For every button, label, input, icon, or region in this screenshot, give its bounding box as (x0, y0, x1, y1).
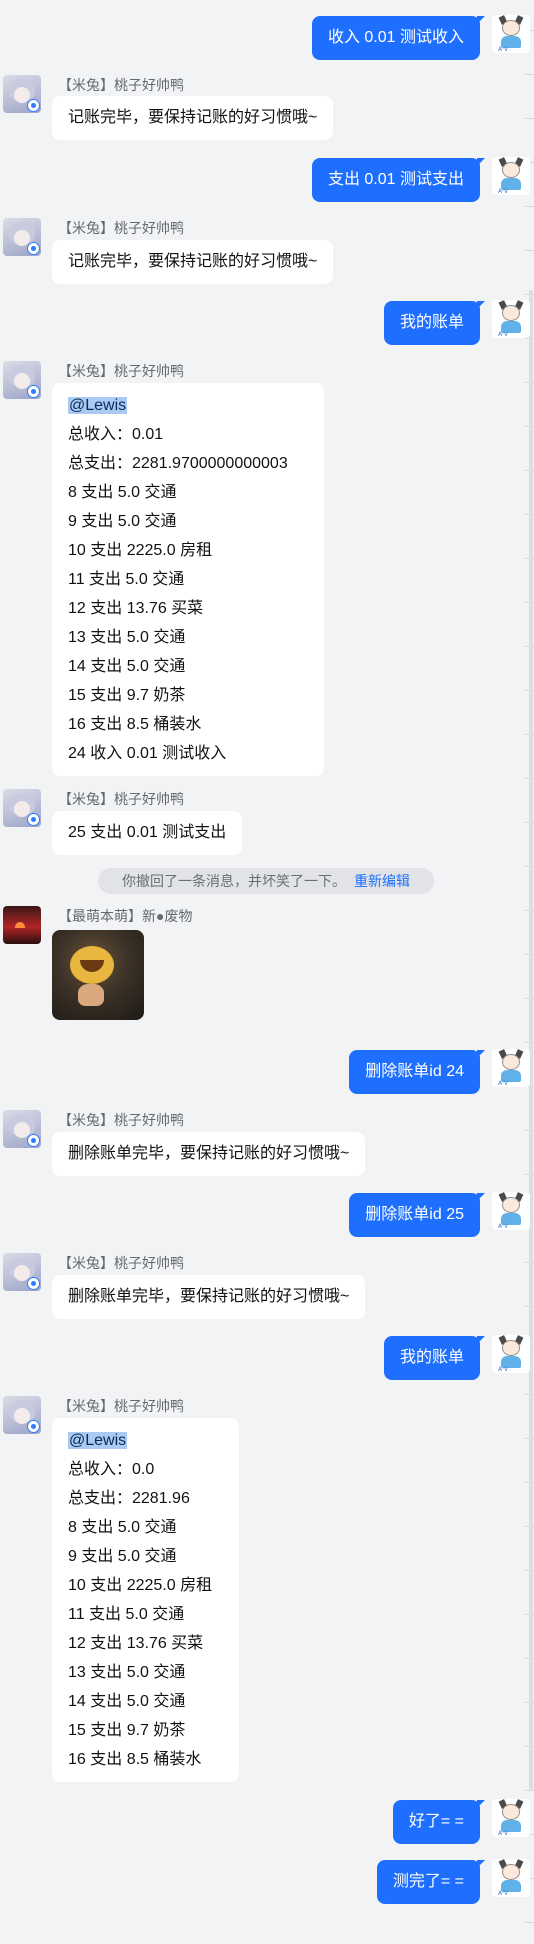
message-bubble-self[interactable]: 删除账单id 24 (349, 1050, 485, 1094)
self-avatar-icon[interactable]: A·V (492, 15, 530, 53)
bot-avatar-icon[interactable] (3, 75, 41, 113)
self-avatar-icon[interactable]: A·V (492, 157, 530, 195)
message-bubble-self[interactable]: 测完了= = (376, 1860, 486, 1904)
bill-line: 16 支出 8.5 桶装水 (68, 716, 202, 733)
sender-name: 【米兔】桃子好帅鸭 (58, 363, 184, 379)
sender-name: 【最萌本萌】新●废物 (58, 908, 193, 924)
self-avatar-icon[interactable]: A·V (492, 1049, 530, 1087)
bot-avatar-icon[interactable] (3, 1396, 41, 1434)
sender-name: 【米兔】桃子好帅鸭 (58, 1255, 184, 1271)
message-bubble-other[interactable]: 记账完毕，要保持记账的好习惯哦~ (52, 240, 334, 284)
message-bubble-self[interactable]: 收入 0.01 测试收入 (311, 16, 486, 60)
bill-line: 13 支出 5.0 交通 (68, 1664, 186, 1681)
message-bubble-other[interactable]: 记账完毕，要保持记账的好习惯哦~ (52, 96, 334, 140)
message-bubble-self[interactable]: 我的账单 (383, 301, 486, 345)
bill-line: 总支出：2281.96 (68, 1490, 190, 1507)
message-bubble-other[interactable]: 删除账单完毕，要保持记账的好习惯哦~ (52, 1275, 366, 1319)
re-edit-link[interactable]: 重新编辑 (354, 873, 410, 889)
bill-line: 10 支出 2225.0 房租 (68, 1577, 213, 1594)
bill-line: 15 支出 9.7 奶茶 (68, 1722, 186, 1739)
self-avatar-icon[interactable]: A·V (492, 1192, 530, 1230)
bill-summary-message[interactable]: @Lewis 总收入：0.0 总支出：2281.96 8 支出 5.0 交通 9… (52, 1418, 239, 1782)
message-bubble-self[interactable]: 我的账单 (383, 1336, 486, 1380)
bill-line: 12 支出 13.76 买菜 (68, 1635, 204, 1652)
sender-name: 【米兔】桃子好帅鸭 (58, 1398, 184, 1414)
sender-name: 【米兔】桃子好帅鸭 (58, 791, 184, 807)
bill-line: 14 支出 5.0 交通 (68, 658, 186, 675)
bill-line: 24 收入 0.01 测试收入 (68, 745, 227, 762)
sender-name: 【米兔】桃子好帅鸭 (58, 77, 184, 93)
self-avatar-icon[interactable]: A·V (492, 1335, 530, 1373)
message-bubble-other[interactable]: 25 支出 0.01 测试支出 (52, 811, 243, 855)
bill-line: 15 支出 9.7 奶茶 (68, 687, 186, 704)
bot-avatar-icon[interactable] (3, 361, 41, 399)
bill-line: 总收入：0.0 (68, 1461, 155, 1478)
message-bubble-self[interactable]: 好了= = (392, 1800, 486, 1844)
bill-line: 总支出：2281.9700000000003 (68, 455, 288, 472)
self-avatar-icon[interactable]: A·V (492, 300, 530, 338)
recall-notice-text: 你撤回了一条消息，并坏笑了一下。 (122, 873, 346, 889)
mention-line: @Lewis (68, 391, 308, 420)
sender-name: 【米兔】桃子好帅鸭 (58, 220, 184, 236)
bill-line: 14 支出 5.0 交通 (68, 1693, 186, 1710)
message-bubble-other[interactable]: 删除账单完毕，要保持记账的好习惯哦~ (52, 1132, 366, 1176)
bill-line: 11 支出 5.0 交通 (68, 571, 185, 588)
mention-line: @Lewis (68, 1426, 223, 1455)
recall-notice: 你撤回了一条消息，并坏笑了一下。 重新编辑 (98, 868, 434, 894)
message-bubble-self[interactable]: 支出 0.01 测试支出 (311, 158, 486, 202)
bill-summary-message[interactable]: @Lewis 总收入：0.01 总支出：2281.9700000000003 8… (52, 383, 324, 776)
bill-line: 16 支出 8.5 桶装水 (68, 1751, 202, 1768)
bill-line: 8 支出 5.0 交通 (68, 484, 177, 501)
bill-line: 总收入：0.01 (68, 426, 164, 443)
bill-line: 11 支出 5.0 交通 (68, 1606, 185, 1623)
bill-line: 10 支出 2225.0 房租 (68, 542, 213, 559)
self-avatar-icon[interactable]: A·V (492, 1799, 530, 1837)
bot-avatar-icon[interactable] (3, 1253, 41, 1291)
bill-line: 9 支出 5.0 交通 (68, 513, 177, 530)
bot-avatar-icon[interactable] (3, 789, 41, 827)
bot-avatar-icon[interactable] (3, 1110, 41, 1148)
user-avatar-icon[interactable] (3, 906, 41, 944)
sender-name: 【米兔】桃子好帅鸭 (58, 1112, 184, 1128)
bill-line: 13 支出 5.0 交通 (68, 629, 186, 646)
bill-line: 8 支出 5.0 交通 (68, 1519, 177, 1536)
scrollbar[interactable] (529, 290, 533, 1790)
message-bubble-self[interactable]: 删除账单id 25 (349, 1193, 485, 1237)
bill-line: 12 支出 13.76 买菜 (68, 600, 204, 617)
mention-tag[interactable]: @Lewis (68, 1432, 128, 1449)
bot-avatar-icon[interactable] (3, 218, 41, 256)
laughing-face-sticker-icon[interactable] (52, 930, 144, 1020)
bill-line: 9 支出 5.0 交通 (68, 1548, 177, 1565)
self-avatar-icon[interactable]: A·V (492, 1859, 530, 1897)
mention-tag[interactable]: @Lewis (68, 397, 128, 414)
